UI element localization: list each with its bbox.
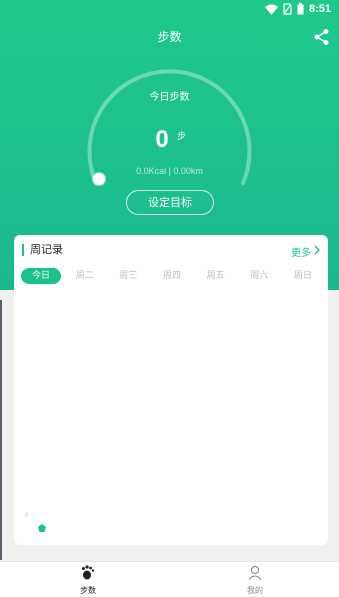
nav-steps-label: 步数 xyxy=(80,586,96,595)
footprint-icon xyxy=(81,565,95,584)
tab-friday[interactable]: 周五 xyxy=(196,268,236,284)
bottom-nav: 步数 我的 xyxy=(0,561,339,597)
tab-tuesday[interactable]: 周二 xyxy=(65,268,105,284)
more-link[interactable]: 更多 xyxy=(291,244,320,259)
tab-sunday[interactable]: 周日 xyxy=(283,268,323,284)
user-icon xyxy=(248,565,262,584)
weekly-record-title: 周记录 xyxy=(22,244,63,256)
step-unit: 步 xyxy=(177,132,187,142)
nav-steps[interactable]: 步数 xyxy=(58,565,118,596)
bar-value-label: 0 xyxy=(25,513,29,519)
tab-today[interactable]: 今日 xyxy=(21,268,61,284)
more-label: 更多 xyxy=(291,248,311,259)
tab-thursday[interactable]: 周四 xyxy=(152,268,192,284)
day-tabs: 今日 周二 周三 周四 周五 周六 周日 xyxy=(21,268,323,284)
chevron-right-icon xyxy=(314,245,320,258)
nav-me-label: 我的 xyxy=(247,586,263,595)
today-steps-label: 今日步数 xyxy=(149,92,190,103)
tab-saturday[interactable]: 周六 xyxy=(239,268,279,284)
window-edge xyxy=(0,300,2,560)
step-count: 0 xyxy=(155,126,169,153)
tab-wednesday[interactable]: 周三 xyxy=(108,268,148,284)
weekly-record-card: 周记录 更多 今日 周二 周三 周四 周五 周六 周日 xyxy=(14,235,328,545)
nav-me[interactable]: 我的 xyxy=(225,565,285,596)
set-goal-button[interactable]: 设定目标 xyxy=(126,190,214,215)
calorie-distance-stats: 0.0Kcal | 0.00km xyxy=(136,166,203,176)
bar-marker-icon xyxy=(38,524,46,532)
